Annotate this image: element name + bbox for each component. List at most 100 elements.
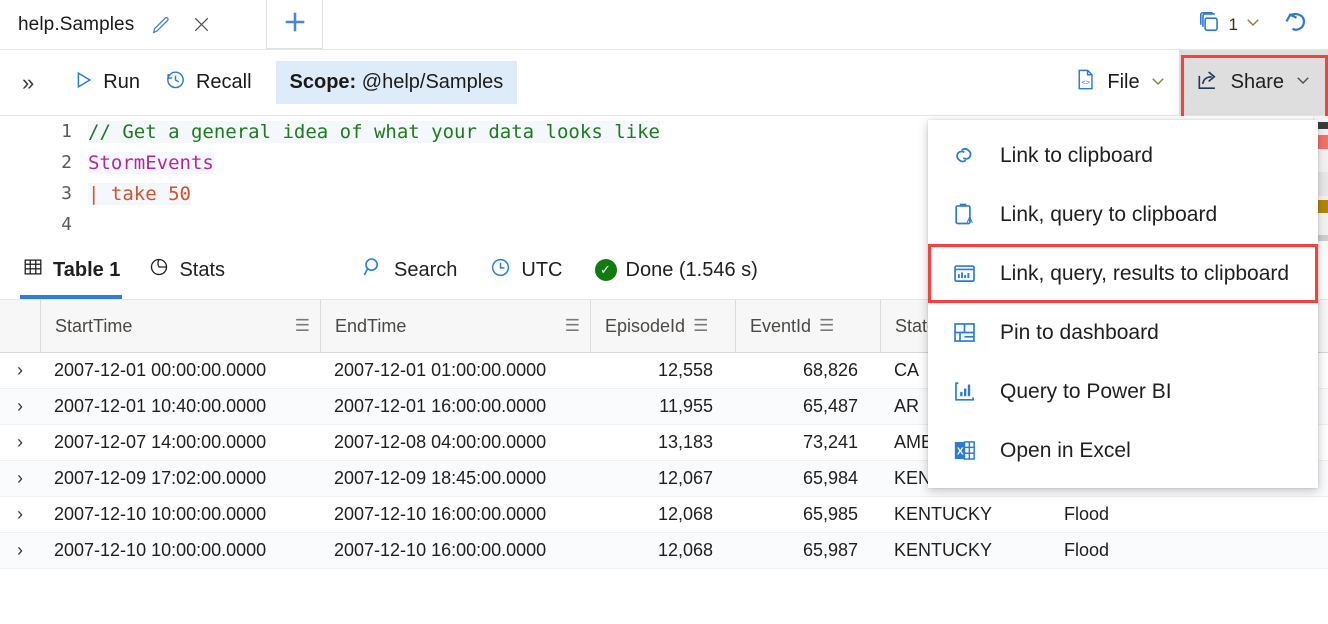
cell-episodeid: 12,067 [657, 468, 713, 488]
command-toolbar: » Run Recall Scope: @help/Samples <> Fil… [0, 50, 1328, 116]
power-bi-icon [950, 378, 978, 406]
column-menu-icon[interactable]: ☰ [819, 316, 834, 336]
new-tab-button[interactable] [266, 0, 323, 49]
copies-icon [1197, 9, 1223, 40]
cell-eventid: 65,987 [802, 540, 858, 560]
line-number: 2 [61, 152, 72, 173]
cell-starttime: 2007-12-10 10:00:00.0000 [54, 540, 267, 560]
check-circle-icon: ✓ [594, 259, 617, 281]
tab-strip-right-actions: 1 [1197, 0, 1328, 49]
clock-icon [489, 256, 512, 285]
row-expander[interactable]: › [0, 540, 40, 561]
toolbar-right-group: <> File Share [1061, 50, 1328, 115]
run-button[interactable]: Run [60, 61, 152, 105]
cell-eventid: 65,985 [802, 504, 858, 524]
menu-item-label: Link, query to clipboard [1000, 202, 1218, 226]
tab-stats-label: Stats [179, 258, 226, 281]
cell-state: KENTUCKY [894, 504, 993, 524]
cell-episodeid: 12,068 [657, 504, 713, 524]
cell-endtime: 2007-12-10 16:00:00.0000 [334, 540, 547, 560]
menu-item-open-in-excel[interactable]: X Open in Excel [928, 421, 1318, 480]
tab-strip: help.Samples 1 [0, 0, 1328, 50]
cell-eventtype: Flood [1064, 540, 1110, 560]
column-header-label: StartTime [55, 315, 133, 336]
table-icon [22, 256, 44, 284]
cell-endtime: 2007-12-10 16:00:00.0000 [334, 504, 547, 524]
editor-line-text: StormEvents [88, 151, 214, 174]
menu-item-label: Link to clipboard [1000, 143, 1153, 167]
column-header-label: EpisodeId [605, 315, 686, 336]
copies-control[interactable]: 1 [1197, 9, 1262, 40]
recall-label: Recall [195, 71, 252, 93]
cell-starttime: 2007-12-01 10:40:00.0000 [54, 396, 267, 416]
column-header-label: EndTime [335, 315, 407, 336]
row-expander[interactable]: › [0, 504, 40, 525]
tab-table-1[interactable]: Table 1 [8, 241, 134, 299]
toolbar-overflow-button[interactable]: » [0, 70, 48, 96]
menu-item-link-to-clipboard[interactable]: Link to clipboard [928, 126, 1318, 185]
cell-endtime: 2007-12-09 18:45:00.0000 [334, 468, 547, 488]
editor-line-text: // Get a general idea of what your data … [88, 120, 660, 143]
column-menu-icon[interactable]: ☰ [565, 316, 580, 336]
recall-button[interactable]: Recall [152, 60, 264, 105]
column-header-eventid[interactable]: EventId ☰ [735, 300, 880, 352]
column-header-label: EventId [750, 315, 812, 336]
menu-item-label: Pin to dashboard [1000, 320, 1159, 344]
line-number: 3 [61, 183, 72, 204]
clipboard-a-icon: A [950, 201, 978, 229]
query-tab[interactable]: help.Samples [0, 0, 258, 49]
timezone-button[interactable]: UTC [477, 256, 574, 285]
menu-item-link-query-results-to-clipboard[interactable]: Link, query, results to clipboard [928, 244, 1318, 303]
close-icon[interactable] [188, 12, 214, 38]
column-menu-icon[interactable]: ☰ [693, 316, 708, 336]
share-button[interactable]: Share [1178, 50, 1328, 115]
menu-item-link-query-to-clipboard[interactable]: A Link, query to clipboard [928, 185, 1318, 244]
menu-item-label: Link, query, results to clipboard [1000, 261, 1290, 285]
row-expander[interactable]: › [0, 396, 40, 417]
column-header-endtime[interactable]: EndTime ☰ [320, 300, 590, 352]
plus-icon [281, 8, 309, 41]
cell-starttime: 2007-12-10 10:00:00.0000 [54, 504, 267, 524]
column-header-episodeid[interactable]: EpisodeId ☰ [590, 300, 735, 352]
cell-episodeid: 11,955 [659, 396, 713, 416]
tab-table-1-label: Table 1 [53, 258, 121, 281]
link-icon [950, 142, 978, 170]
excel-icon: X [950, 437, 978, 465]
menu-item-query-to-power-bi[interactable]: Query to Power BI [928, 362, 1318, 421]
column-menu-icon[interactable]: ☰ [295, 316, 310, 336]
results-actions: Search UTC ✓ Done (1.546 s) [349, 255, 770, 285]
table-row[interactable]: › 2007-12-10 10:00:00.0000 2007-12-10 16… [0, 533, 1328, 569]
menu-item-pin-to-dashboard[interactable]: Pin to dashboard [928, 303, 1318, 362]
scope-prefix: Scope: [289, 71, 357, 93]
undo-icon[interactable] [1280, 7, 1310, 42]
recall-icon [164, 68, 187, 97]
row-expander[interactable]: › [0, 432, 40, 453]
file-button[interactable]: <> File [1061, 59, 1178, 106]
run-label: Run [103, 71, 140, 93]
tab-title: help.Samples [18, 13, 135, 35]
search-icon [361, 255, 385, 285]
tab-stats[interactable]: Stats [134, 241, 239, 299]
table-row[interactable]: › 2007-12-10 10:00:00.0000 2007-12-10 16… [0, 497, 1328, 533]
timezone-label: UTC [521, 258, 563, 281]
cell-episodeid: 13,183 [657, 432, 713, 452]
chevron-down-icon [1244, 13, 1262, 36]
svg-text:A: A [966, 215, 973, 226]
search-button[interactable]: Search [349, 255, 469, 285]
cell-starttime: 2007-12-09 17:02:00.0000 [54, 468, 267, 488]
cell-eventtype: Flood [1064, 504, 1110, 524]
pencil-icon[interactable] [148, 12, 174, 38]
row-expander[interactable]: › [0, 360, 40, 381]
chevron-down-icon [1149, 72, 1167, 94]
cell-endtime: 2007-12-01 16:00:00.0000 [334, 396, 547, 416]
line-number: 1 [61, 121, 72, 142]
column-header-starttime[interactable]: StartTime ☰ [40, 300, 320, 352]
cell-state: KENTUCKY [894, 540, 993, 560]
svg-text:<>: <> [1082, 78, 1091, 87]
file-label: File [1107, 71, 1140, 93]
scope-selector[interactable]: Scope: @help/Samples [275, 61, 518, 104]
cell-starttime: 2007-12-07 14:00:00.0000 [54, 432, 267, 452]
row-expander[interactable]: › [0, 468, 40, 489]
share-dropdown-menu: Link to clipboard A Link, query to clipb… [928, 120, 1318, 488]
file-code-icon: <> [1073, 67, 1098, 98]
